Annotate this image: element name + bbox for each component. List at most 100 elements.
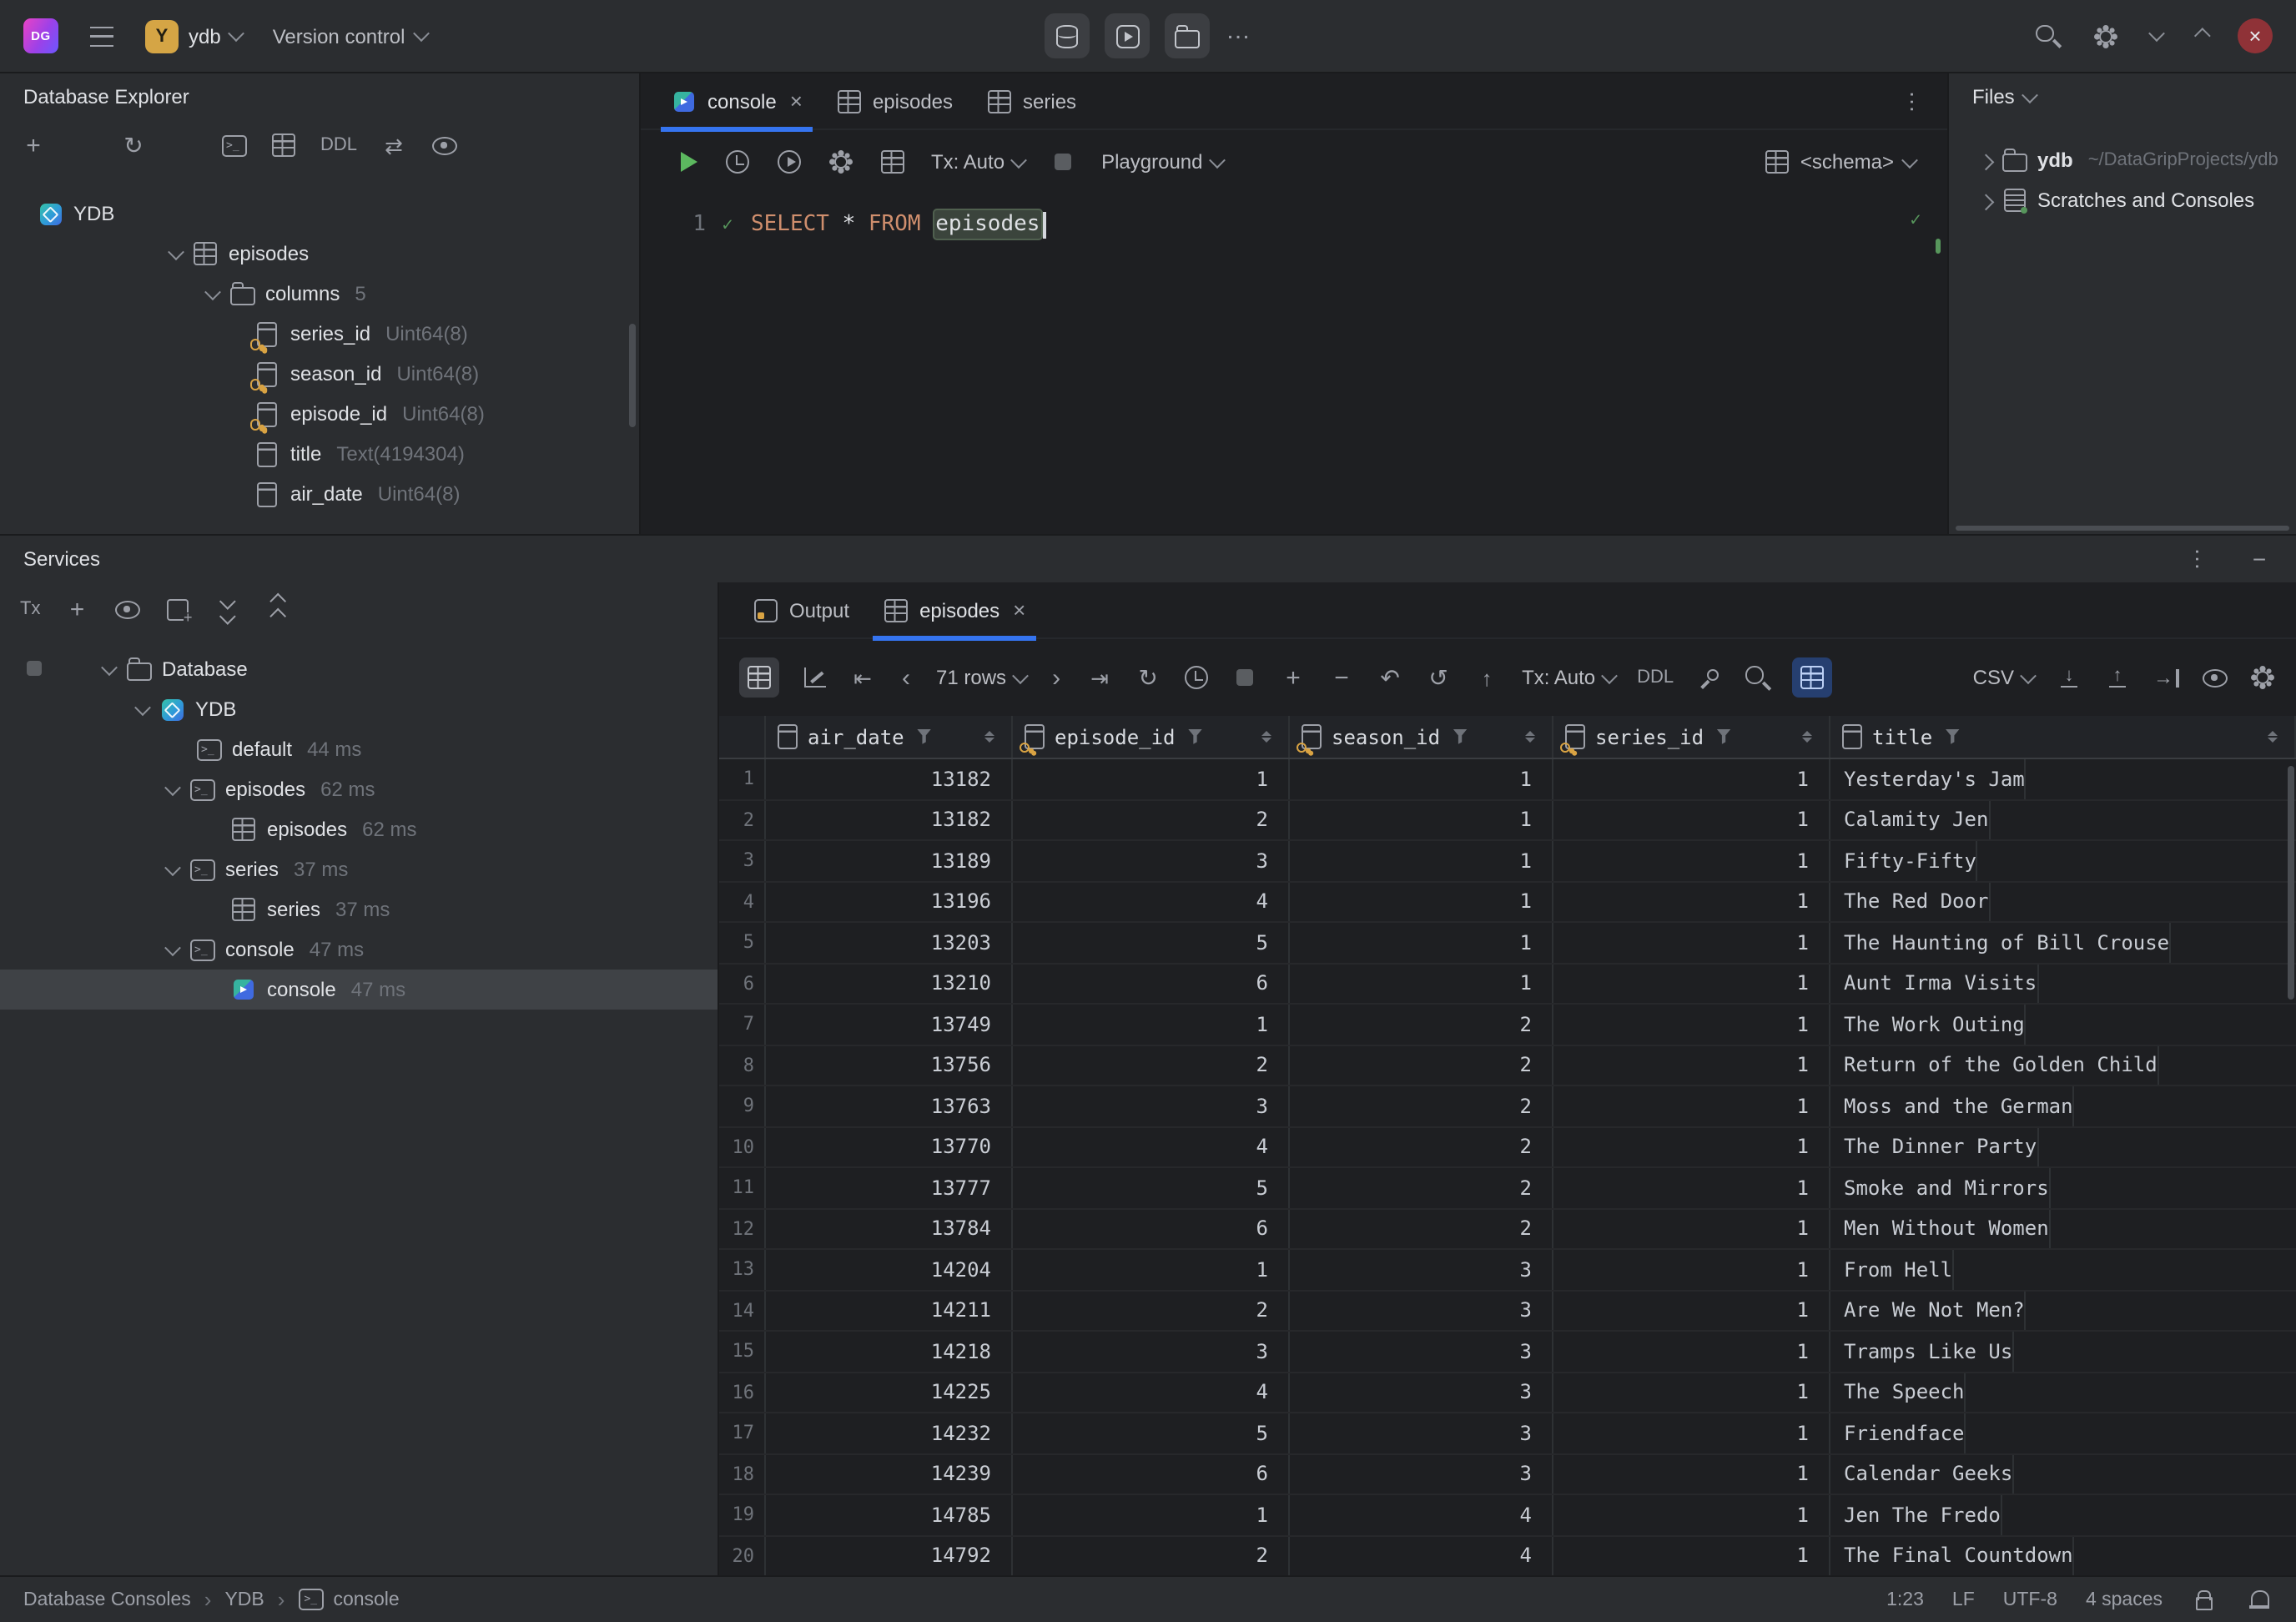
cell-title[interactable]: Yesterday's Jam: [1830, 759, 2027, 798]
cell-season_id[interactable]: 1: [1290, 841, 1553, 880]
compare-icon[interactable]: [380, 132, 407, 159]
console-icon[interactable]: [220, 132, 247, 159]
more-icon[interactable]: [1225, 23, 1251, 49]
tree-item-air-date[interactable]: air_dateUint64(8): [0, 474, 639, 511]
cell-season_id[interactable]: 2: [1290, 1005, 1553, 1044]
cell-season_id[interactable]: 2: [1290, 1086, 1553, 1126]
cell-air_date[interactable]: 13784: [766, 1209, 1013, 1248]
gear-icon[interactable]: [2249, 664, 2276, 691]
preview-icon[interactable]: [113, 596, 140, 622]
tree-item-episodes[interactable]: episodes62 ms: [0, 809, 718, 849]
sort-icon[interactable]: [1255, 723, 1278, 750]
stop-icon[interactable]: [1231, 664, 1258, 691]
submit-icon[interactable]: [1473, 664, 1500, 691]
table-row[interactable]: 1914785141Jen The Fredo: [719, 1495, 2296, 1536]
cell-title[interactable]: The Final Countdown: [1830, 1536, 2075, 1575]
cell-title[interactable]: The Haunting of Bill Crouse: [1830, 923, 2171, 962]
cell-season_id[interactable]: 2: [1290, 1209, 1553, 1248]
cell-series_id[interactable]: 1: [1553, 1209, 1830, 1248]
tree-item-console[interactable]: console47 ms: [0, 970, 718, 1010]
cell-season_id[interactable]: 1: [1290, 923, 1553, 962]
cell-season_id[interactable]: 2: [1290, 1127, 1553, 1166]
cell-season_id[interactable]: 1: [1290, 800, 1553, 839]
cell-title[interactable]: Calamity Jen: [1830, 800, 1990, 839]
download-icon[interactable]: [2056, 664, 2082, 691]
chevron-down-icon[interactable]: [134, 698, 151, 715]
cell-series_id[interactable]: 1: [1553, 1168, 1830, 1207]
table-row[interactable]: 313189311Fifty-Fifty: [719, 841, 2296, 882]
column-header-air_date[interactable]: air_date: [766, 716, 1013, 758]
cell-title[interactable]: The Dinner Party: [1830, 1127, 2038, 1166]
cell-season_id[interactable]: 4: [1290, 1536, 1553, 1575]
run-tool-button[interactable]: [1105, 13, 1150, 58]
cell-series_id[interactable]: 1: [1553, 1495, 1830, 1534]
table-row[interactable]: 1113777521Smoke and Mirrors: [719, 1168, 2296, 1209]
table-row[interactable]: 2014792241The Final Countdown: [719, 1536, 2296, 1575]
tree-item-season-id[interactable]: season_idUint64(8): [0, 354, 639, 394]
breadcrumb-item[interactable]: console: [298, 1586, 399, 1613]
cell-air_date[interactable]: 13182: [766, 759, 1013, 798]
chevron-down-icon[interactable]: [164, 859, 181, 875]
cell-series_id[interactable]: 1: [1553, 1005, 1830, 1044]
column-header-season_id[interactable]: season_id: [1290, 716, 1553, 758]
tree-item-episodes[interactable]: episodes62 ms: [0, 769, 718, 809]
table-row[interactable]: 913763321Moss and the German: [719, 1086, 2296, 1127]
encoding[interactable]: UTF-8: [2003, 1589, 2057, 1609]
results-tab-episodes[interactable]: episodes×: [866, 582, 1042, 638]
cell-title[interactable]: Jen The Fredo: [1830, 1495, 2002, 1534]
last-page-icon[interactable]: [1086, 664, 1113, 691]
cell-episode_id[interactable]: 2: [1013, 1291, 1290, 1330]
inspection-ok-icon[interactable]: [1902, 205, 1929, 232]
tree-item-episode-id[interactable]: episode_idUint64(8): [0, 394, 639, 434]
close-icon[interactable]: ×: [790, 88, 803, 113]
first-page-icon[interactable]: [849, 664, 876, 691]
cell-episode_id[interactable]: 2: [1013, 1536, 1290, 1575]
cell-air_date[interactable]: 13770: [766, 1127, 1013, 1166]
kebab-icon[interactable]: [2193, 546, 2219, 572]
cell-episode_id[interactable]: 3: [1013, 1086, 1290, 1126]
table-row[interactable]: 813756221Return of the Golden Child: [719, 1045, 2296, 1086]
chevron-right-icon[interactable]: [1978, 154, 1995, 170]
cell-air_date[interactable]: 13196: [766, 882, 1013, 921]
cell-series_id[interactable]: 1: [1553, 1250, 1830, 1289]
editor-tab-console[interactable]: console×: [654, 73, 819, 129]
results-tab-output[interactable]: Output: [736, 582, 866, 638]
schema-switcher[interactable]: <schema>: [1764, 149, 1916, 175]
cell-episode_id[interactable]: 6: [1013, 964, 1290, 1003]
tree-item-database[interactable]: Database: [0, 649, 718, 689]
chevron-down-icon[interactable]: [2148, 25, 2165, 42]
cell-title[interactable]: Aunt Irma Visits: [1830, 964, 2038, 1003]
table-row[interactable]: 713749121The Work Outing: [719, 1005, 2296, 1045]
cell-air_date[interactable]: 13763: [766, 1086, 1013, 1126]
inspection-stripe-mark[interactable]: [1936, 239, 1941, 254]
table-row[interactable]: 113182111Yesterday's Jam: [719, 759, 2296, 800]
cell-episode_id[interactable]: 3: [1013, 841, 1290, 880]
cell-season_id[interactable]: 3: [1290, 1454, 1553, 1494]
tree-item-series-id[interactable]: series_idUint64(8): [0, 314, 639, 354]
cell-season_id[interactable]: 3: [1290, 1413, 1553, 1453]
cell-episode_id[interactable]: 5: [1013, 923, 1290, 962]
cell-episode_id[interactable]: 3: [1013, 1332, 1290, 1371]
project-files-button[interactable]: [1165, 13, 1210, 58]
upload-icon[interactable]: [2104, 664, 2131, 691]
chevron-down-icon[interactable]: [168, 243, 184, 259]
table-row[interactable]: 413196411The Red Door: [719, 882, 2296, 923]
cell-air_date[interactable]: 13756: [766, 1045, 1013, 1085]
cell-episode_id[interactable]: 4: [1013, 1373, 1290, 1412]
code-line[interactable]: SELECT * FROM episodes: [751, 207, 1045, 242]
table-row[interactable]: 1213784621Men Without Women: [719, 1209, 2296, 1250]
cell-episode_id[interactable]: 2: [1013, 1045, 1290, 1085]
cell-series_id[interactable]: 1: [1553, 841, 1830, 880]
table-row[interactable]: 513203511The Haunting of Bill Crouse: [719, 923, 2296, 964]
indent-setting[interactable]: 4 spaces: [2086, 1589, 2163, 1609]
vcs-widget[interactable]: Version control: [273, 24, 427, 48]
cell-air_date[interactable]: 13210: [766, 964, 1013, 1003]
cell-series_id[interactable]: 1: [1553, 800, 1830, 839]
table-row[interactable]: 213182211Calamity Jen: [719, 800, 2296, 841]
stop-icon[interactable]: [1050, 149, 1076, 175]
cell-season_id[interactable]: 2: [1290, 1168, 1553, 1207]
close-icon[interactable]: ×: [1013, 597, 1025, 622]
cell-air_date[interactable]: 14218: [766, 1332, 1013, 1371]
gear-icon[interactable]: [828, 149, 854, 175]
sort-icon[interactable]: [1795, 723, 1819, 750]
